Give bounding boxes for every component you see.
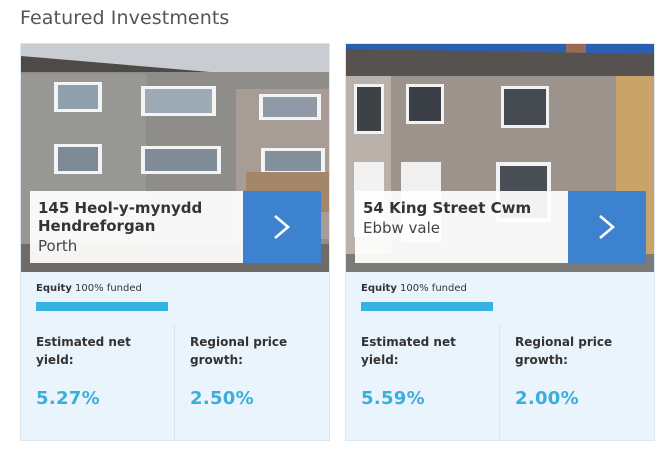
stat-net-yield: Estimated net yield: 5.27%: [21, 324, 175, 441]
property-street: 54 King Street Cwm: [363, 199, 532, 217]
stat-label: Estimated net yield:: [361, 335, 456, 367]
stat-price-growth: Regional price growth: 2.00%: [500, 324, 654, 441]
funding-status: Equity 100% funded: [361, 283, 467, 294]
funding-progress-fill: [36, 302, 168, 311]
funding-progress-bar: [36, 302, 168, 311]
property-caption: 54 King Street Cwm Ebbw vale: [355, 191, 568, 263]
view-property-button[interactable]: [243, 191, 321, 263]
property-town: Ebbw vale: [363, 219, 441, 237]
stat-label: Regional price growth:: [515, 335, 613, 367]
funding-progress-bar: [361, 302, 493, 311]
stat-value: 2.50%: [190, 388, 254, 409]
funding-text: 100% funded: [75, 283, 142, 294]
investment-stats: Estimated net yield: 5.27% Regional pric…: [21, 324, 329, 441]
section-title: Featured Investments: [20, 7, 230, 29]
funding-status: Equity 100% funded: [36, 283, 142, 294]
funding-label: Equity: [36, 283, 72, 294]
investment-stats: Estimated net yield: 5.59% Regional pric…: [346, 324, 654, 441]
investment-card[interactable]: 145 Heol-y-mynydd Hendreforgan Porth Equ…: [20, 43, 330, 441]
funding-label: Equity: [361, 283, 397, 294]
stat-label: Regional price growth:: [190, 335, 288, 367]
stat-price-growth: Regional price growth: 2.50%: [175, 324, 329, 441]
stat-net-yield: Estimated net yield: 5.59%: [346, 324, 500, 441]
view-property-button[interactable]: [568, 191, 646, 263]
stat-value: 5.59%: [361, 388, 425, 409]
funding-text: 100% funded: [400, 283, 467, 294]
chevron-right-icon: [599, 215, 616, 239]
chevron-right-icon: [274, 215, 291, 239]
investment-card[interactable]: 54 King Street Cwm Ebbw vale Equity 100%…: [345, 43, 655, 441]
stat-label: Estimated net yield:: [36, 335, 131, 367]
stat-value: 5.27%: [36, 388, 100, 409]
stat-value: 2.00%: [515, 388, 579, 409]
property-town: Porth: [38, 237, 78, 255]
property-caption: 145 Heol-y-mynydd Hendreforgan Porth: [30, 191, 243, 263]
property-street: 145 Heol-y-mynydd Hendreforgan: [38, 199, 203, 235]
funding-progress-fill: [361, 302, 493, 311]
